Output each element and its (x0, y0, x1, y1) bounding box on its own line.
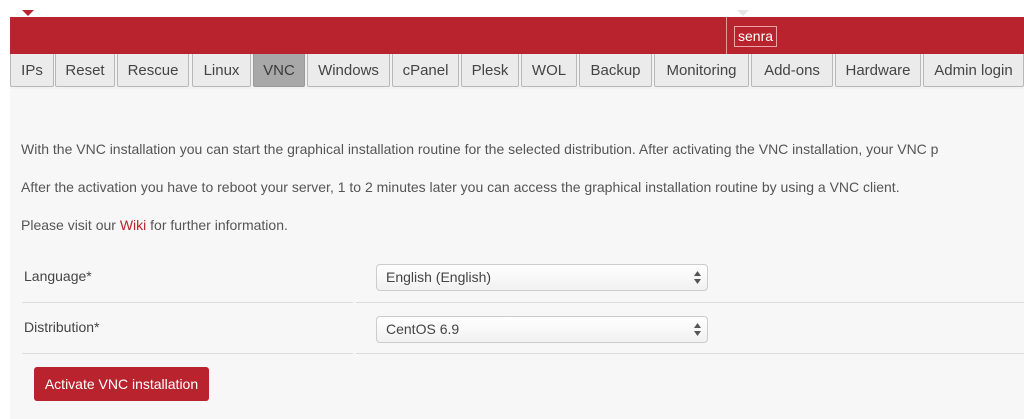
tab-add-ons[interactable]: Add-ons (751, 54, 833, 87)
select-arrows-icon (694, 271, 701, 284)
tab-vnc[interactable]: VNC (253, 54, 305, 87)
tab-monitoring[interactable]: Monitoring (654, 54, 749, 87)
wiki-paragraph: Please visit our Wiki for further inform… (21, 217, 288, 233)
language-label: Language* (24, 268, 92, 284)
activate-vnc-button[interactable]: Activate VNC installation (34, 367, 209, 401)
tab-wol[interactable]: WOL (521, 54, 577, 87)
menu-caret-icon (22, 10, 34, 16)
row-divider (356, 302, 1024, 303)
select-arrows-icon (694, 323, 701, 336)
tab-rescue[interactable]: Rescue (117, 54, 189, 87)
distribution-value: CentOS 6.9 (386, 321, 460, 337)
distribution-label: Distribution* (24, 319, 100, 335)
wiki-link[interactable]: Wiki (120, 217, 146, 233)
user-caret-icon (737, 10, 749, 16)
intro-paragraph: With the VNC installation you can start … (21, 141, 939, 157)
header-bar (10, 17, 1024, 54)
language-value: English (English) (386, 269, 492, 285)
tab-reset[interactable]: Reset (55, 54, 115, 87)
tab-windows[interactable]: Windows (307, 54, 390, 87)
tab-backup[interactable]: Backup (579, 54, 652, 87)
tab-linux[interactable]: Linux (192, 54, 251, 87)
distribution-select[interactable]: CentOS 6.9 (376, 316, 708, 343)
reboot-paragraph: After the activation you have to reboot … (21, 179, 900, 195)
tab-plesk[interactable]: Plesk (461, 54, 519, 87)
row-divider (356, 353, 1024, 354)
wiki-text-after: for further information. (146, 217, 288, 233)
language-select[interactable]: English (English) (376, 264, 708, 291)
tab-hardware[interactable]: Hardware (835, 54, 921, 87)
tab-cpanel[interactable]: cPanel (392, 54, 459, 87)
username-badge[interactable]: senra (734, 26, 778, 47)
tab-admin-login[interactable]: Admin login (923, 54, 1024, 87)
header-divider (726, 17, 727, 54)
wiki-text-before: Please visit our (21, 217, 120, 233)
tab-ips[interactable]: IPs (10, 54, 54, 87)
row-divider (22, 353, 353, 354)
row-divider (22, 302, 353, 303)
